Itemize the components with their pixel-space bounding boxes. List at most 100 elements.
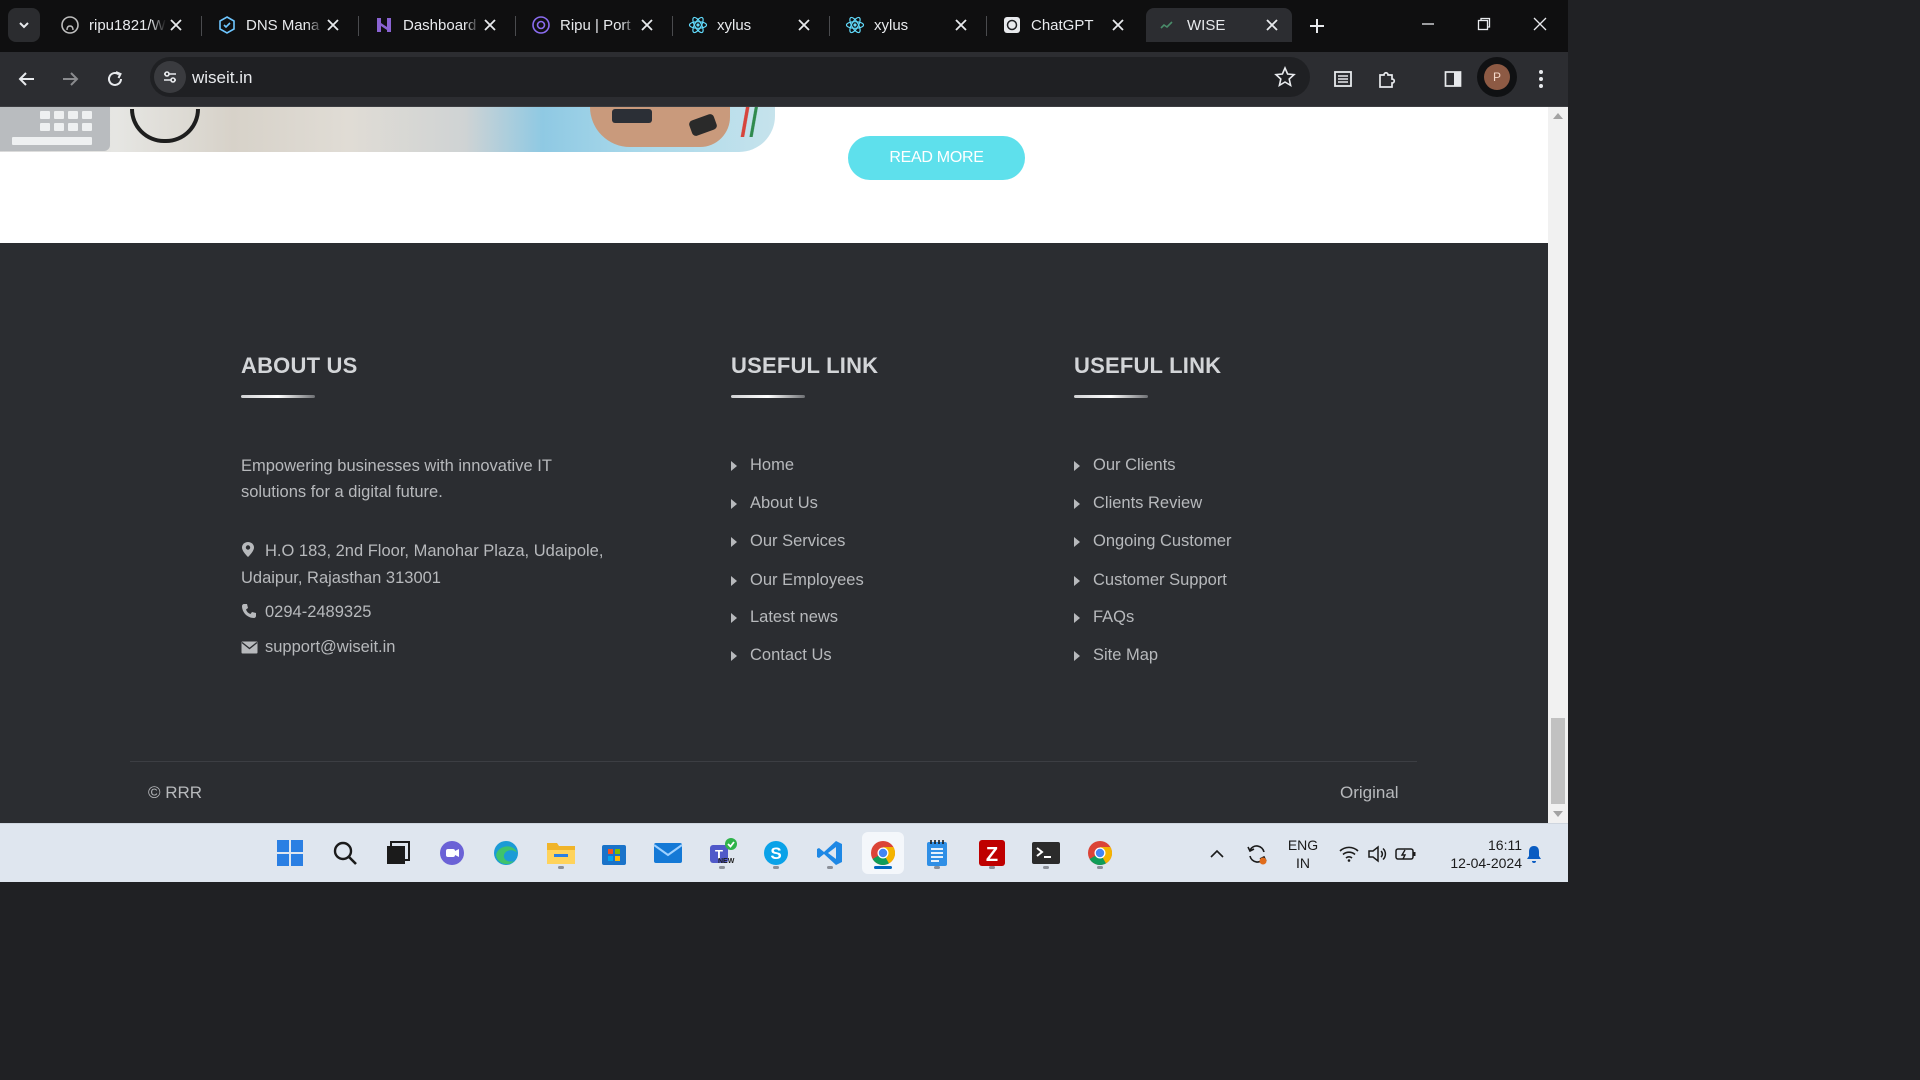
skype-button[interactable]: S (755, 832, 797, 874)
footer-link-latest-news[interactable]: Latest news (731, 608, 838, 627)
microsoft-store-button[interactable] (593, 832, 635, 874)
scroll-up-arrow-icon[interactable] (1553, 113, 1563, 119)
footer-link-faqs[interactable]: FAQs (1074, 608, 1134, 627)
tab-github[interactable]: ripu1821/W (48, 8, 196, 42)
start-button[interactable] (269, 832, 311, 874)
email-link[interactable]: support@wiseit.in (265, 638, 395, 656)
footer-link-clients-review[interactable]: Clients Review (1074, 494, 1202, 513)
tab-wise[interactable]: WISE (1146, 8, 1292, 42)
notepad-button[interactable] (916, 832, 958, 874)
clock[interactable]: 16:11 12-04-2024 (1432, 836, 1522, 872)
bookmark-star-icon[interactable] (1274, 65, 1296, 93)
start-icon (277, 840, 303, 866)
footer-link-our-clients[interactable]: Our Clients (1074, 456, 1176, 475)
arrow-left-icon (18, 72, 34, 86)
scroll-down-arrow-icon[interactable] (1553, 811, 1563, 817)
pens-graphic (735, 107, 765, 137)
reload-button[interactable] (98, 62, 132, 96)
filezilla-button[interactable]: Z (971, 832, 1013, 874)
close-tab-icon[interactable] (480, 15, 500, 35)
footer-link-customer-support[interactable]: Customer Support (1074, 571, 1227, 590)
footer-link-home[interactable]: Home (731, 456, 794, 475)
react-icon (845, 15, 865, 35)
chrome-button[interactable] (862, 832, 904, 874)
extensions-button[interactable] (1370, 62, 1404, 96)
close-tab-icon[interactable] (1262, 15, 1282, 35)
teams-button[interactable]: T NEW (701, 832, 743, 874)
tab-xylus-1[interactable]: xylus (676, 8, 824, 42)
tab-chatgpt[interactable]: ChatGPT (990, 8, 1138, 42)
link-label: Home (750, 456, 795, 474)
restore-button[interactable] (1456, 0, 1512, 48)
scrollbar-thumb[interactable] (1551, 718, 1565, 804)
minimize-button[interactable] (1400, 0, 1456, 48)
reload-icon (108, 71, 122, 86)
tab-xylus-2[interactable]: xylus (833, 8, 981, 42)
language-code: ENG (1287, 837, 1319, 853)
mail-button[interactable] (647, 832, 689, 874)
show-hidden-icons-button[interactable] (1204, 824, 1230, 883)
footer-link-contact-us[interactable]: Contact Us (731, 646, 832, 665)
teams-chat-button[interactable] (431, 832, 473, 874)
footer-link-site-map[interactable]: Site Map (1074, 646, 1158, 665)
vscode-button[interactable] (809, 832, 851, 874)
notifications-button[interactable] (1522, 824, 1546, 883)
tab-portfolio[interactable]: Ripu | Port (519, 8, 667, 42)
close-tab-icon[interactable] (323, 15, 343, 35)
forward-button[interactable] (53, 62, 87, 96)
about-title: ABOUT US (241, 353, 358, 378)
close-tab-icon[interactable] (166, 15, 186, 35)
running-indicator (989, 866, 995, 869)
teams-new-badge: NEW (718, 858, 735, 865)
quick-settings-button[interactable] (1336, 824, 1420, 883)
address-bar[interactable]: wiseit.in (150, 57, 1310, 97)
page-scrollbar[interactable] (1548, 107, 1568, 823)
phone-number[interactable]: 0294-2489325 (265, 603, 371, 621)
edge-button[interactable] (485, 832, 527, 874)
close-tab-icon[interactable] (794, 15, 814, 35)
close-tab-icon[interactable] (1108, 15, 1128, 35)
new-tab-button[interactable] (1302, 11, 1332, 41)
plus-icon (1310, 19, 1324, 33)
search-button[interactable] (324, 832, 366, 874)
reading-list-button[interactable] (1326, 62, 1360, 96)
chrome-profile-button[interactable] (1079, 832, 1121, 874)
close-tab-icon[interactable] (637, 15, 657, 35)
back-button[interactable] (10, 62, 44, 96)
about-text-line: solutions for a digital future. (241, 483, 443, 501)
close-window-button[interactable] (1512, 0, 1568, 48)
terminal-button[interactable] (1025, 832, 1067, 874)
footer-link-our-services[interactable]: Our Services (731, 532, 845, 551)
about-text: Empowering businesses with innovative IT… (241, 453, 552, 505)
file-explorer-button[interactable] (540, 832, 582, 874)
site-info-button[interactable] (154, 61, 186, 93)
tab-dashboard[interactable]: Dashboard (362, 8, 510, 42)
tab-search-button[interactable] (8, 8, 40, 42)
side-panel-button[interactable] (1436, 62, 1470, 96)
footer-link-ongoing-customer[interactable]: Ongoing Customer (1074, 532, 1232, 551)
caret-right-icon (1074, 650, 1080, 661)
original-link[interactable]: Original (1340, 783, 1399, 803)
mail-icon (653, 843, 683, 863)
wise-icon (1158, 15, 1178, 35)
tab-title: ChatGPT (1031, 16, 1094, 34)
terminal-icon (1032, 842, 1060, 864)
tab-dns[interactable]: DNS Mana (205, 8, 353, 42)
sync-tray-button[interactable] (1240, 824, 1274, 883)
footer-link-our-employees[interactable]: Our Employees (731, 571, 864, 590)
email: support@wiseit.in (241, 635, 395, 662)
profile-button[interactable]: P (1477, 57, 1517, 97)
close-tab-icon[interactable] (951, 15, 971, 35)
tune-icon (164, 71, 176, 83)
task-view-button[interactable] (377, 832, 419, 874)
caret-right-icon (731, 575, 737, 586)
reading-list-icon (1334, 71, 1352, 87)
read-more-button[interactable]: READ MORE (848, 136, 1025, 180)
browser-menu-button[interactable] (1524, 62, 1558, 96)
envelope-icon (241, 637, 259, 662)
puzzle-icon (1379, 71, 1396, 88)
caret-right-icon (1074, 498, 1080, 509)
link-label: Latest news (750, 608, 839, 626)
input-language-indicator[interactable]: ENG IN (1284, 836, 1322, 872)
footer-link-about-us[interactable]: About Us (731, 494, 818, 513)
